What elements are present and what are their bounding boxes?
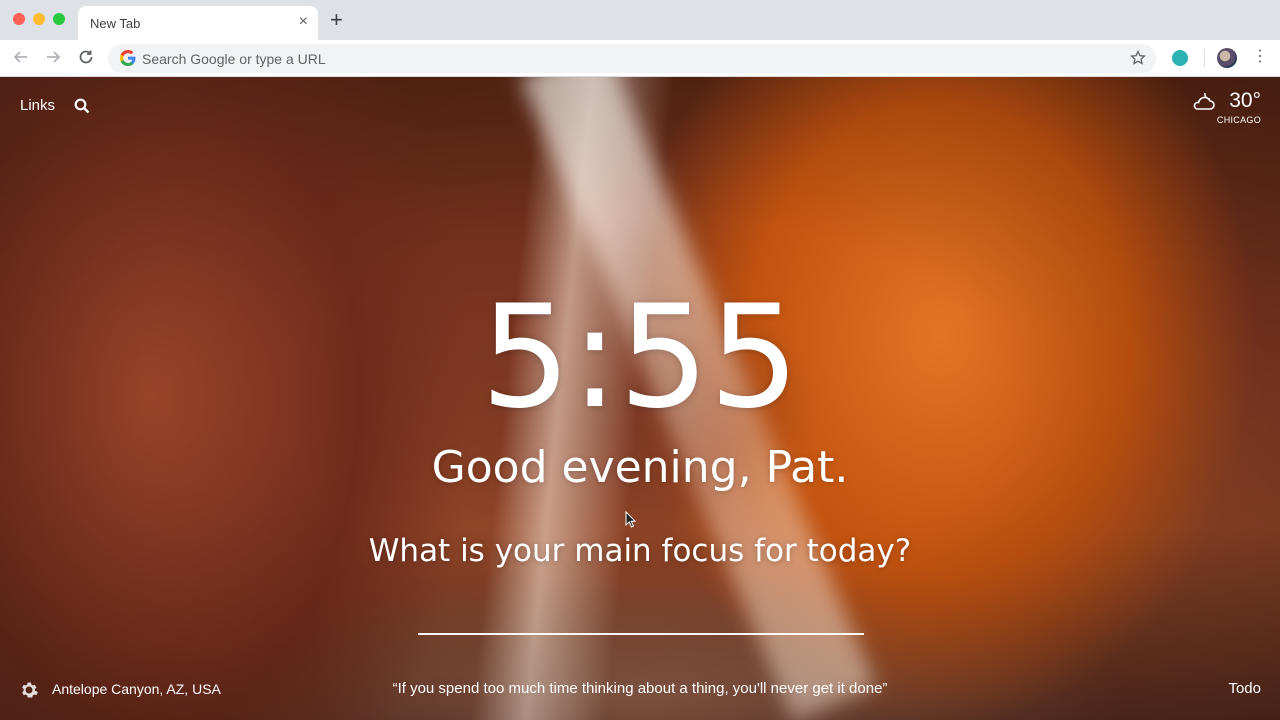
- tab-title: New Tab: [90, 16, 141, 31]
- address-bar[interactable]: Search Google or type a URL: [108, 44, 1156, 73]
- weather-location: CHICAGO: [1216, 115, 1261, 125]
- google-icon: [120, 50, 136, 66]
- greeting: Good evening, Pat.: [431, 442, 849, 493]
- back-arrow-icon[interactable]: [11, 48, 31, 68]
- cloudy-night-icon: [1193, 92, 1215, 110]
- focus-question: What is your main focus for today?: [368, 533, 912, 569]
- close-tab-icon[interactable]: ×: [299, 12, 308, 32]
- menu-icon[interactable]: ⋮: [1252, 47, 1268, 67]
- daily-quote[interactable]: “If you spend too much time thinking abo…: [0, 680, 1280, 697]
- search-icon[interactable]: [74, 98, 90, 114]
- temperature: 30°: [1229, 89, 1261, 112]
- reload-icon[interactable]: [76, 48, 96, 68]
- forward-arrow-icon[interactable]: [43, 48, 63, 68]
- profile-avatar[interactable]: [1217, 48, 1237, 68]
- star-icon[interactable]: [1130, 47, 1146, 71]
- minimize-window-button[interactable]: [33, 13, 45, 25]
- weather-widget[interactable]: 30° CHICAGO: [1141, 89, 1261, 129]
- close-window-button[interactable]: [13, 13, 25, 25]
- todo-button[interactable]: Todo: [1228, 680, 1261, 697]
- mouse-cursor-icon: [625, 511, 637, 528]
- browser-titlebar: New Tab × +: [0, 0, 1280, 40]
- browser-toolbar: Search Google or type a URL: [0, 40, 1280, 77]
- address-bar-placeholder: Search Google or type a URL: [142, 51, 326, 67]
- extension-icon[interactable]: [1172, 50, 1188, 66]
- tab-new-tab[interactable]: New Tab ×: [78, 6, 318, 40]
- maximize-window-button[interactable]: [53, 13, 65, 25]
- dashboard-background: Links 30° CHICAGO 5:55 Good evening, Pat…: [0, 77, 1280, 720]
- new-tab-button[interactable]: +: [330, 8, 343, 32]
- toolbar-divider: [1204, 49, 1205, 67]
- focus-input[interactable]: [418, 615, 864, 635]
- clock-time: 5:55: [480, 275, 800, 440]
- links-button[interactable]: Links: [20, 97, 55, 114]
